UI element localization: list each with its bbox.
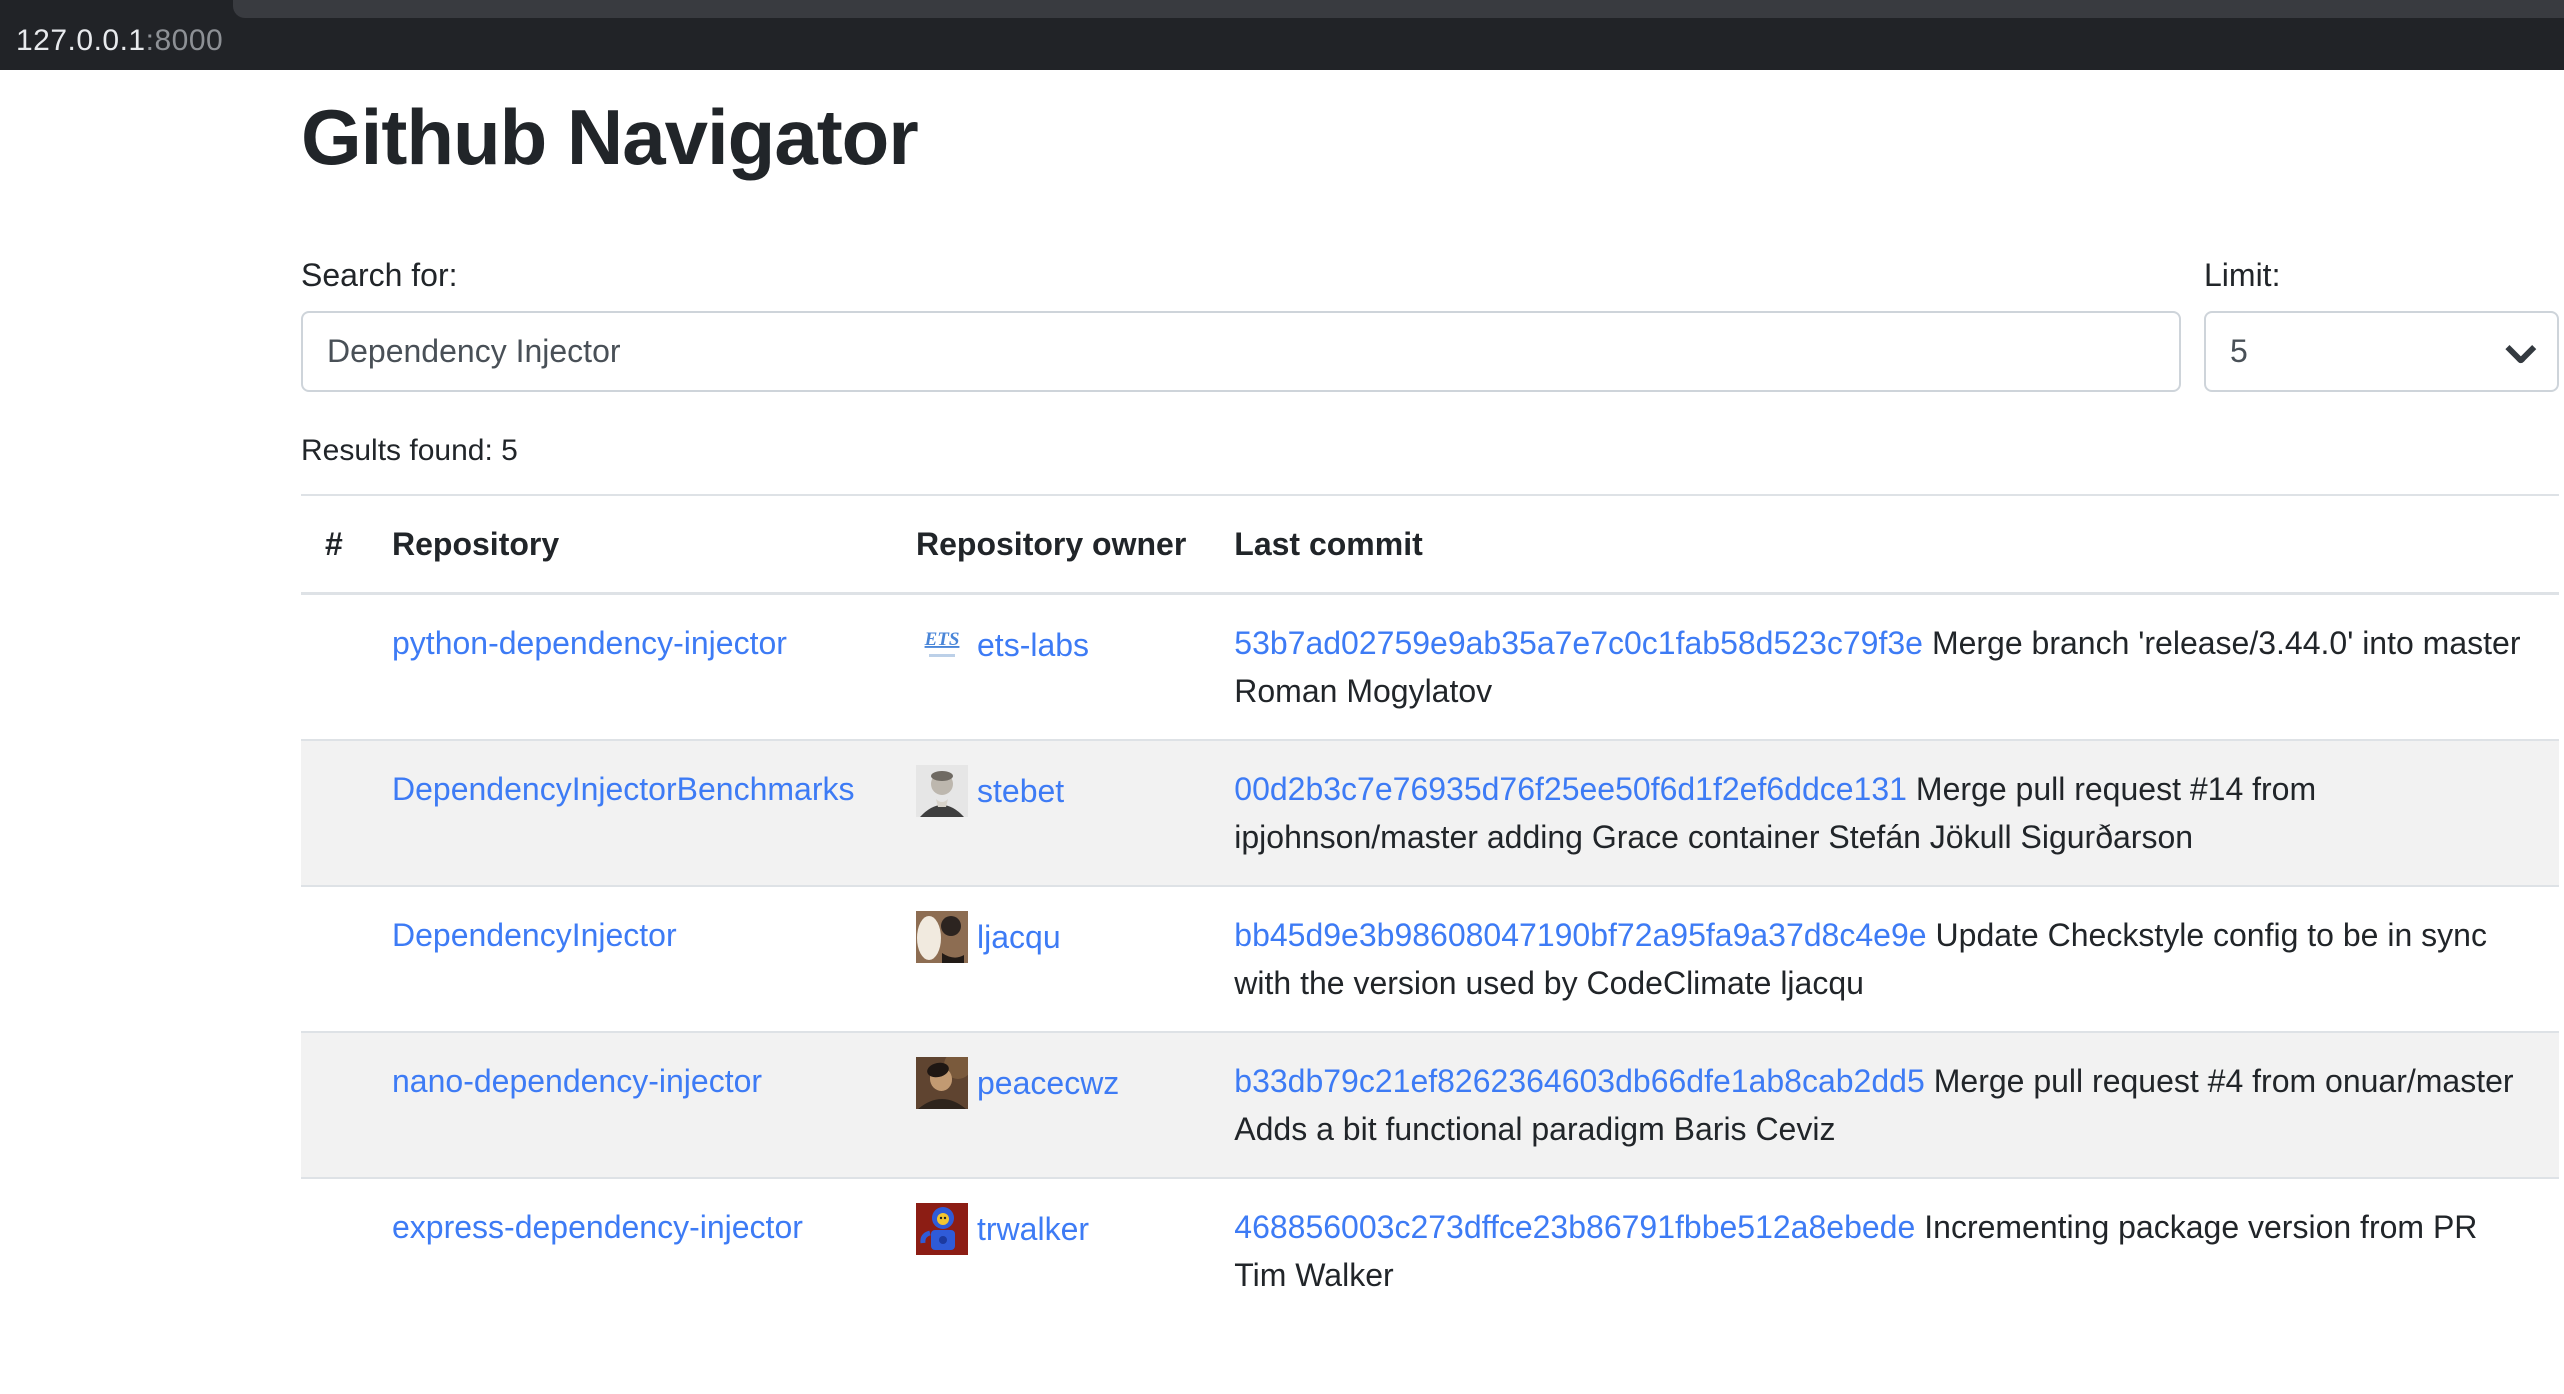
owner-link[interactable]: ljacqu bbox=[977, 913, 1061, 961]
commit-hash-link[interactable]: 468856003c273dffce23b86791fbbe512a8ebede bbox=[1234, 1209, 1915, 1245]
search-label: Search for: bbox=[301, 257, 2181, 294]
results-count: 5 bbox=[501, 434, 518, 467]
limit-block: Limit: 5 bbox=[2204, 257, 2559, 392]
owner-link[interactable]: peacecwz bbox=[977, 1059, 1119, 1107]
table-row: python-dependency-injector ETS ets-labs … bbox=[301, 594, 2559, 741]
header-index: # bbox=[301, 495, 368, 594]
browser-tab-strip bbox=[233, 0, 2564, 18]
results-summary: Results found: 5 bbox=[301, 434, 2559, 468]
table-row: DependencyInjectorBenchmarks stebet 00d2… bbox=[301, 740, 2559, 886]
table-row: express-dependency-injector trwalker 468… bbox=[301, 1178, 2559, 1323]
ljacqu-photo-avatar bbox=[916, 911, 968, 963]
row-index-cell bbox=[301, 740, 368, 886]
repository-link[interactable]: express-dependency-injector bbox=[392, 1209, 803, 1245]
owner-link[interactable]: ets-labs bbox=[977, 621, 1089, 669]
ets-labs-logo-avatar: ETS bbox=[916, 619, 968, 671]
repository-link[interactable]: nano-dependency-injector bbox=[392, 1063, 762, 1099]
commit-hash-link[interactable]: b33db79c21ef8262364603db66dfe1ab8cab2dd5 bbox=[1234, 1063, 1924, 1099]
owner-link[interactable]: trwalker bbox=[977, 1205, 1089, 1253]
trwalker-lego-avatar bbox=[916, 1203, 968, 1255]
table-body: python-dependency-injector ETS ets-labs … bbox=[301, 594, 2559, 1324]
row-index-cell bbox=[301, 1178, 368, 1323]
header-repository: Repository bbox=[368, 495, 892, 594]
limit-select[interactable]: 5 bbox=[2204, 311, 2559, 392]
address-url[interactable]: 127.0.0.1:8000 bbox=[16, 24, 223, 58]
search-input[interactable] bbox=[301, 311, 2181, 392]
row-index-cell bbox=[301, 886, 368, 1032]
row-index-cell bbox=[301, 1032, 368, 1178]
url-host: 127.0.0.1 bbox=[16, 24, 146, 57]
url-port: :8000 bbox=[146, 24, 224, 57]
limit-selected-value: 5 bbox=[2230, 333, 2248, 370]
page-title: Github Navigator bbox=[301, 92, 2559, 183]
owner-link[interactable]: stebet bbox=[977, 767, 1064, 815]
table-header: # Repository Repository owner Last commi… bbox=[301, 495, 2559, 594]
results-table: # Repository Repository owner Last commi… bbox=[301, 494, 2559, 1323]
search-block: Search for: bbox=[301, 257, 2181, 392]
row-index-cell bbox=[301, 594, 368, 741]
page-container: Github Navigator Search for: Limit: 5 Re… bbox=[301, 70, 2559, 1323]
table-row: nano-dependency-injector peacecwz b33db7… bbox=[301, 1032, 2559, 1178]
browser-bar: 127.0.0.1:8000 bbox=[0, 0, 2564, 70]
commit-hash-link[interactable]: 53b7ad02759e9ab35a7e7c0c1fab58d523c79f3e bbox=[1234, 625, 1923, 661]
search-controls: Search for: Limit: 5 bbox=[301, 257, 2559, 392]
commit-hash-link[interactable]: 00d2b3c7e76935d76f25ee50f6d1f2ef6ddce131 bbox=[1234, 771, 1907, 807]
header-owner: Repository owner bbox=[892, 495, 1210, 594]
header-last-commit: Last commit bbox=[1210, 495, 2559, 594]
limit-label: Limit: bbox=[2204, 257, 2559, 294]
stebet-portrait-avatar bbox=[916, 765, 968, 817]
repository-link[interactable]: python-dependency-injector bbox=[392, 625, 787, 661]
repository-link[interactable]: DependencyInjector bbox=[392, 917, 677, 953]
chevron-down-icon bbox=[2505, 334, 2536, 365]
commit-hash-link[interactable]: bb45d9e3b98608047190bf72a95fa9a37d8c4e9e bbox=[1234, 917, 1926, 953]
svg-text:ETS: ETS bbox=[924, 629, 960, 650]
table-row: DependencyInjector ljacqu bb45d9e3b98608… bbox=[301, 886, 2559, 1032]
peacecwz-portrait-avatar bbox=[916, 1057, 968, 1109]
repository-link[interactable]: DependencyInjectorBenchmarks bbox=[392, 771, 854, 807]
results-label: Results found: bbox=[301, 434, 493, 467]
